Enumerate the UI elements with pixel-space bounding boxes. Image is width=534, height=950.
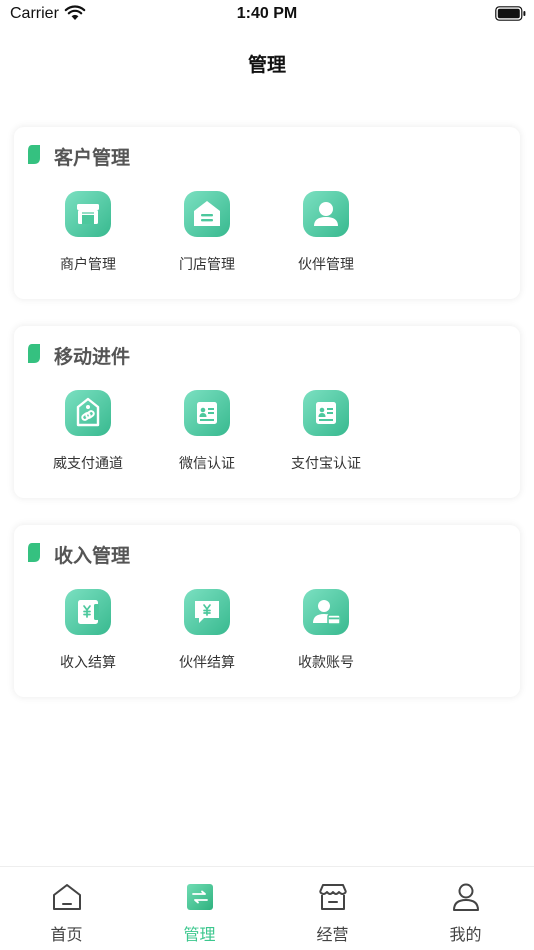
- store-management-item[interactable]: 门店管理: [147, 191, 267, 281]
- profile-icon: [453, 883, 479, 911]
- section-marker-icon: [28, 543, 40, 562]
- tab-manage[interactable]: 管理: [133, 867, 266, 950]
- yen-wallet-icon: [65, 589, 111, 635]
- manage-icon: [187, 884, 213, 910]
- yen-chat-icon: [184, 589, 230, 635]
- item-label: 收款账号: [298, 654, 354, 670]
- home-icon: [53, 884, 81, 910]
- tab-label: 经营: [316, 927, 349, 944]
- tab-mine[interactable]: 我的: [399, 867, 532, 950]
- partner-management-item[interactable]: 伙伴管理: [266, 191, 386, 281]
- link-tag-icon: [65, 390, 111, 436]
- partner-settlement-item[interactable]: 伙伴结算: [147, 589, 267, 679]
- section-income-management: 收入管理 收入结算 伙伴结算 收款账号: [14, 525, 520, 697]
- section-title: 客户管理: [54, 148, 131, 169]
- item-label: 门店管理: [179, 256, 235, 272]
- clock: 1:40 PM: [236, 5, 298, 22]
- item-label: 收入结算: [60, 654, 116, 670]
- store-icon: [65, 191, 111, 237]
- section-mobile-onboarding: 移动进件 威支付通道 微信认证 支付宝认证: [14, 326, 520, 498]
- id-card-icon: [303, 390, 349, 436]
- tab-bar: 首页 管理 经营 我的: [0, 866, 534, 950]
- payment-account-item[interactable]: 收款账号: [266, 589, 386, 679]
- section-title: 收入管理: [54, 546, 131, 567]
- wechat-verification-item[interactable]: 微信认证: [147, 390, 267, 480]
- tab-home[interactable]: 首页: [0, 867, 133, 950]
- page-title: 管理: [247, 55, 286, 76]
- id-card-icon: [184, 390, 230, 436]
- user-card-icon: [303, 589, 349, 635]
- item-label: 微信认证: [179, 455, 235, 471]
- shop-icon: [319, 884, 347, 910]
- tab-label: 我的: [449, 927, 482, 944]
- income-settlement-item[interactable]: 收入结算: [28, 589, 148, 679]
- section-customer-management: 客户管理 商户管理 门店管理 伙伴管理: [14, 127, 520, 299]
- tab-label: 首页: [50, 927, 83, 944]
- status-bar: Carrier 1:40 PM: [0, 0, 534, 28]
- item-label: 商户管理: [60, 256, 116, 272]
- section-marker-icon: [28, 344, 40, 363]
- item-label: 伙伴结算: [179, 654, 235, 670]
- item-label: 支付宝认证: [291, 455, 361, 471]
- house-icon: [184, 191, 230, 237]
- item-label: 伙伴管理: [298, 256, 354, 272]
- person-icon: [303, 191, 349, 237]
- item-label: 威支付通道: [53, 455, 123, 471]
- wei-pay-channel-item[interactable]: 威支付通道: [28, 390, 148, 480]
- battery-icon: [495, 6, 526, 21]
- manage-screen: Carrier 1:40 PM 管理 客户管理 商户管理 门店管理 伙伴管理 移…: [0, 0, 534, 950]
- merchant-management-item[interactable]: 商户管理: [28, 191, 148, 281]
- tab-business[interactable]: 经营: [266, 867, 399, 950]
- section-marker-icon: [28, 145, 40, 164]
- alipay-verification-item[interactable]: 支付宝认证: [266, 390, 386, 480]
- tab-label: 管理: [183, 927, 216, 944]
- section-title: 移动进件: [54, 347, 131, 368]
